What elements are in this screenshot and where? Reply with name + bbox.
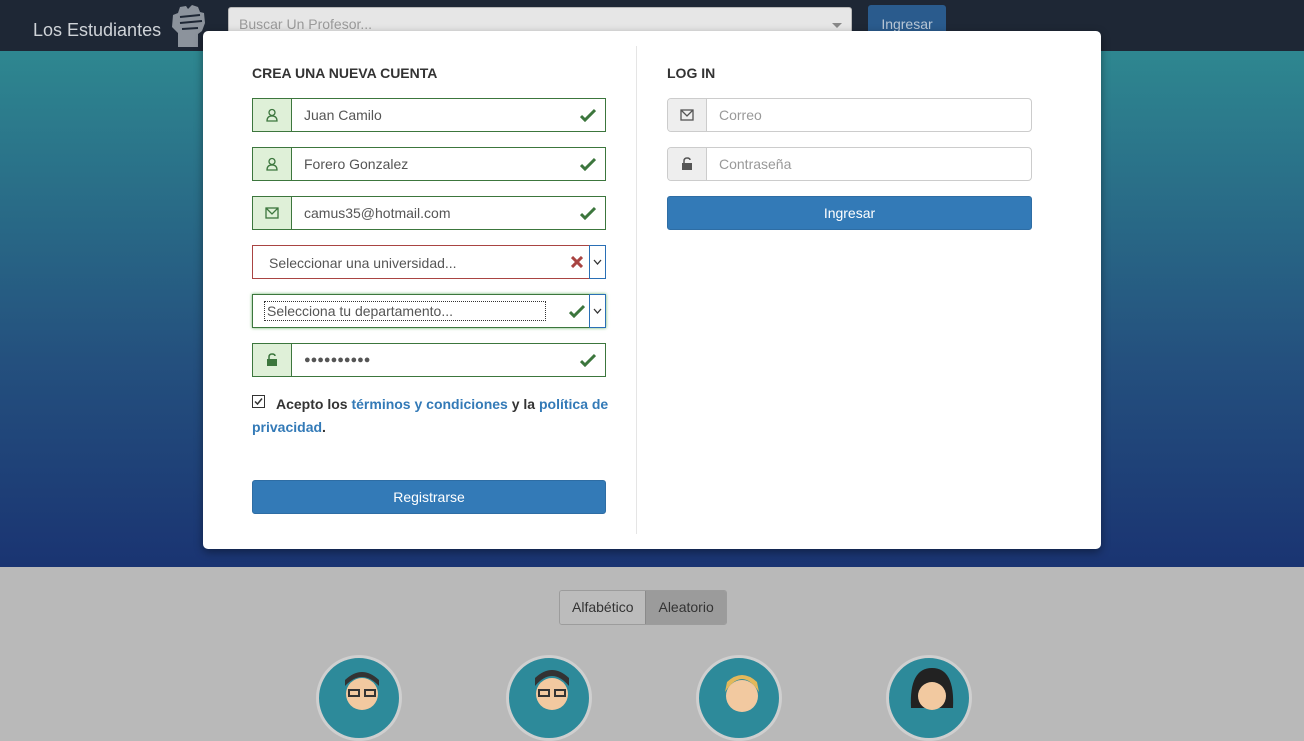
last-name-value[interactable]: Forero Gonzalez [304,156,408,172]
auth-modal: CREA UNA NUEVA CUENTA Juan Camilo Forero… [203,31,1101,549]
unlock-icon [668,148,707,180]
register-button[interactable]: Registrarse [252,480,606,514]
terms-text: Acepto los términos y condiciones y la p… [252,396,609,435]
terms-link[interactable]: términos y condiciones [351,396,507,412]
login-title: LOG IN [667,65,716,81]
register-email-value[interactable]: camus35@hotmail.com [304,205,451,221]
column-divider [636,46,637,534]
register-email-field[interactable]: camus35@hotmail.com [252,196,606,230]
brand-name[interactable]: Los Estudiantes [33,20,161,41]
person-dark-hair-icon [910,668,954,710]
professor-avatar[interactable] [506,655,592,741]
register-password-value[interactable]: ●●●●●●●●●● [304,354,370,366]
sort-toggle-group: Alfabético Aleatorio [559,590,727,625]
user-icon [253,99,292,131]
university-placeholder: Seleccionar una universidad... [269,255,457,271]
login-email-placeholder[interactable]: Correo [719,107,762,123]
check-icon [580,353,596,367]
envelope-icon [668,99,707,131]
first-name-value[interactable]: Juan Camilo [304,107,382,123]
search-placeholder: Buscar Un Profesor... [239,16,373,32]
register-password-field[interactable]: ●●●●●●●●●● [252,343,606,377]
check-icon [569,304,585,318]
person-blonde-icon [725,675,759,712]
check-icon [580,157,596,171]
error-x-icon [571,256,583,268]
person-glasses-icon [345,672,379,710]
chevron-down-icon[interactable] [589,245,606,279]
check-icon [580,206,596,220]
professor-avatar[interactable] [886,655,972,741]
fist-logo-icon [172,5,205,47]
university-select[interactable]: Seleccionar una universidad... [252,245,606,279]
envelope-icon [253,197,292,229]
department-select[interactable]: Selecciona tu departamento... [252,294,606,328]
login-password-placeholder[interactable]: Contraseña [719,156,791,172]
sort-alphabetic-button[interactable]: Alfabético [560,591,646,624]
check-icon [580,108,596,122]
login-button[interactable]: Ingresar [667,196,1032,230]
chevron-down-icon[interactable] [589,294,606,328]
professor-avatar[interactable] [696,655,782,741]
first-name-field[interactable]: Juan Camilo [252,98,606,132]
unlock-icon [253,344,292,376]
person-glasses-icon [535,670,569,710]
caret-down-icon [832,23,842,28]
register-title: CREA UNA NUEVA CUENTA [252,65,438,81]
professor-avatar[interactable] [316,655,402,741]
user-icon [253,148,292,180]
department-placeholder: Selecciona tu departamento... [264,301,546,321]
sort-random-button[interactable]: Aleatorio [645,591,726,624]
last-name-field[interactable]: Forero Gonzalez [252,147,606,181]
login-password-field[interactable]: Contraseña [667,147,1032,181]
login-email-field[interactable]: Correo [667,98,1032,132]
